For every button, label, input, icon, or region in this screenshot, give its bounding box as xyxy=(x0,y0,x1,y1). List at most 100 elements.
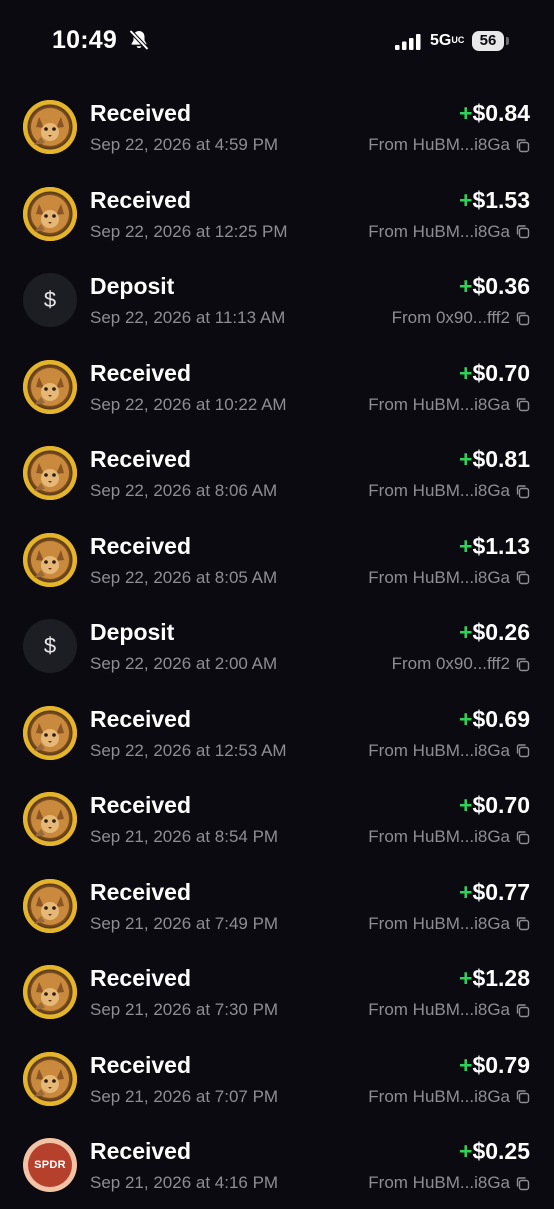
source-address: From HuBM...i8Ga xyxy=(368,1000,510,1019)
transaction-source: From HuBM...i8Ga xyxy=(368,1000,530,1020)
cat-face-icon xyxy=(31,800,69,838)
source-address: From 0x90...fff2 xyxy=(391,308,510,327)
copy-icon[interactable] xyxy=(515,397,530,412)
cat-token-icon xyxy=(23,532,77,587)
amount-value: $0.36 xyxy=(472,273,530,299)
amount-value: $1.28 xyxy=(472,965,530,991)
cat-face-icon xyxy=(31,194,69,233)
cat-token-icon xyxy=(23,100,77,154)
transaction-row[interactable]: Received Sep 21, 2026 at 8:54 PM +$0.70 … xyxy=(0,776,554,863)
transaction-amount: +$0.70 xyxy=(459,360,530,387)
source-address: From HuBM...i8Ga xyxy=(368,1086,510,1106)
cat-token-icon xyxy=(23,359,77,414)
transaction-row[interactable]: Received Sep 21, 2026 at 7:07 PM +$0.79 … xyxy=(0,1036,554,1123)
source-address: From HuBM...i8Ga xyxy=(368,481,510,500)
copy-icon[interactable] xyxy=(515,484,530,499)
transaction-title: Received xyxy=(90,965,192,991)
transaction-row[interactable]: Received Sep 22, 2026 at 10:22 AM +$0.70… xyxy=(0,344,554,431)
cat-token-icon xyxy=(23,965,77,1019)
battery-icon: 56 xyxy=(472,31,504,51)
transaction-title: Received xyxy=(90,100,192,126)
amount-value: $0.25 xyxy=(472,1138,530,1164)
copy-icon[interactable] xyxy=(515,1003,530,1018)
network-subtype: UC xyxy=(451,35,465,45)
spdr-badge: SPDR xyxy=(28,1143,72,1187)
transaction-row[interactable]: Received Sep 21, 2026 at 7:49 PM +$0.77 … xyxy=(0,863,554,950)
amount-value: $0.69 xyxy=(472,705,530,732)
transaction-title: Deposit xyxy=(90,619,175,645)
copy-icon[interactable] xyxy=(515,138,530,153)
transaction-date: Sep 22, 2026 at 10:22 AM xyxy=(90,394,287,414)
transaction-row[interactable]: Received Sep 22, 2026 at 4:59 PM +$0.84 … xyxy=(0,84,554,171)
amount-sign: + xyxy=(459,878,473,905)
source-address: From HuBM...i8Ga xyxy=(368,567,510,587)
source-address: From HuBM...i8Ga xyxy=(368,221,510,241)
transaction-row[interactable]: $ Deposit Sep 22, 2026 at 11:13 AM +$0.3… xyxy=(0,257,554,344)
transaction-date: Sep 21, 2026 at 7:30 PM xyxy=(90,1000,279,1019)
spdr-token-icon: SPDR xyxy=(23,1138,77,1192)
amount-sign: + xyxy=(459,273,473,299)
transaction-amount: +$0.26 xyxy=(459,619,530,646)
transaction-title: Received xyxy=(90,1138,192,1164)
copy-icon[interactable] xyxy=(515,657,530,672)
copy-icon[interactable] xyxy=(515,916,530,931)
network-type: 5G xyxy=(430,32,452,49)
transaction-amount: +$0.69 xyxy=(459,706,530,733)
transaction-source: From HuBM...i8Ga xyxy=(368,395,530,415)
transaction-row[interactable]: Received Sep 22, 2026 at 12:53 AM +$0.69… xyxy=(0,690,554,777)
transaction-amount: +$0.84 xyxy=(459,100,530,127)
transaction-date: Sep 21, 2026 at 8:54 PM xyxy=(90,827,279,846)
transaction-row[interactable]: SPDR Received Sep 21, 2026 at 4:16 PM +$… xyxy=(0,1122,554,1209)
cat-token-icon xyxy=(23,878,77,933)
transaction-row[interactable]: Received Sep 22, 2026 at 8:06 AM +$0.81 … xyxy=(0,430,554,517)
transaction-source: From HuBM...i8Ga xyxy=(368,1173,530,1193)
source-address: From HuBM...i8Ga xyxy=(368,135,510,154)
transaction-date: Sep 22, 2026 at 4:59 PM xyxy=(90,135,279,154)
copy-icon[interactable] xyxy=(515,1176,530,1191)
copy-icon[interactable] xyxy=(515,1089,530,1104)
cat-token-icon xyxy=(23,446,77,500)
cat-face-icon xyxy=(31,1059,69,1098)
transaction-source: From HuBM...i8Ga xyxy=(368,1087,530,1107)
transaction-row[interactable]: $ Deposit Sep 22, 2026 at 2:00 AM +$0.26… xyxy=(0,603,554,690)
transaction-amount: +$0.81 xyxy=(459,446,530,473)
transaction-date: Sep 21, 2026 at 4:16 PM xyxy=(90,1173,279,1192)
transaction-title: Received xyxy=(90,1051,192,1078)
transaction-source: From HuBM...i8Ga xyxy=(368,741,530,761)
transaction-list[interactable]: Received Sep 22, 2026 at 4:59 PM +$0.84 … xyxy=(0,84,554,1209)
transaction-date: Sep 22, 2026 at 12:25 PM xyxy=(90,221,288,241)
transaction-source: From HuBM...i8Ga xyxy=(368,222,530,242)
copy-icon[interactable] xyxy=(515,311,530,326)
transaction-title: Deposit xyxy=(90,273,175,299)
transaction-source: From HuBM...i8Ga xyxy=(368,481,530,501)
transaction-source: From 0x90...fff2 xyxy=(392,308,530,328)
transaction-title: Received xyxy=(90,705,192,732)
copy-icon[interactable] xyxy=(515,224,530,239)
transaction-date: Sep 22, 2026 at 12:53 AM xyxy=(90,740,287,760)
amount-sign: + xyxy=(459,532,473,559)
cat-token-icon xyxy=(23,1051,77,1106)
cat-token-icon xyxy=(23,792,77,846)
transaction-title: Received xyxy=(90,792,192,818)
source-address: From HuBM...i8Ga xyxy=(368,740,510,760)
source-address: From HuBM...i8Ga xyxy=(368,913,510,933)
battery-nub xyxy=(506,37,509,45)
cat-face-icon xyxy=(31,108,69,146)
amount-sign: + xyxy=(459,965,473,991)
copy-icon[interactable] xyxy=(515,830,530,845)
cat-face-icon xyxy=(31,713,69,752)
cat-face-icon xyxy=(31,454,69,492)
transaction-date: Sep 21, 2026 at 7:07 PM xyxy=(90,1086,279,1106)
copy-icon[interactable] xyxy=(515,743,530,758)
transaction-source: From HuBM...i8Ga xyxy=(368,568,530,588)
transaction-row[interactable]: Received Sep 22, 2026 at 8:05 AM +$1.13 … xyxy=(0,517,554,604)
transaction-row[interactable]: Received Sep 21, 2026 at 7:30 PM +$1.28 … xyxy=(0,949,554,1036)
dollar-icon: $ xyxy=(23,619,77,673)
source-address: From HuBM...i8Ga xyxy=(368,1173,510,1192)
transaction-title: Received xyxy=(90,446,192,472)
transaction-row[interactable]: Received Sep 22, 2026 at 12:25 PM +$1.53… xyxy=(0,171,554,258)
amount-value: $0.81 xyxy=(472,446,530,472)
source-address: From HuBM...i8Ga xyxy=(368,394,510,414)
copy-icon[interactable] xyxy=(515,570,530,585)
bell-slash-icon xyxy=(129,29,149,51)
